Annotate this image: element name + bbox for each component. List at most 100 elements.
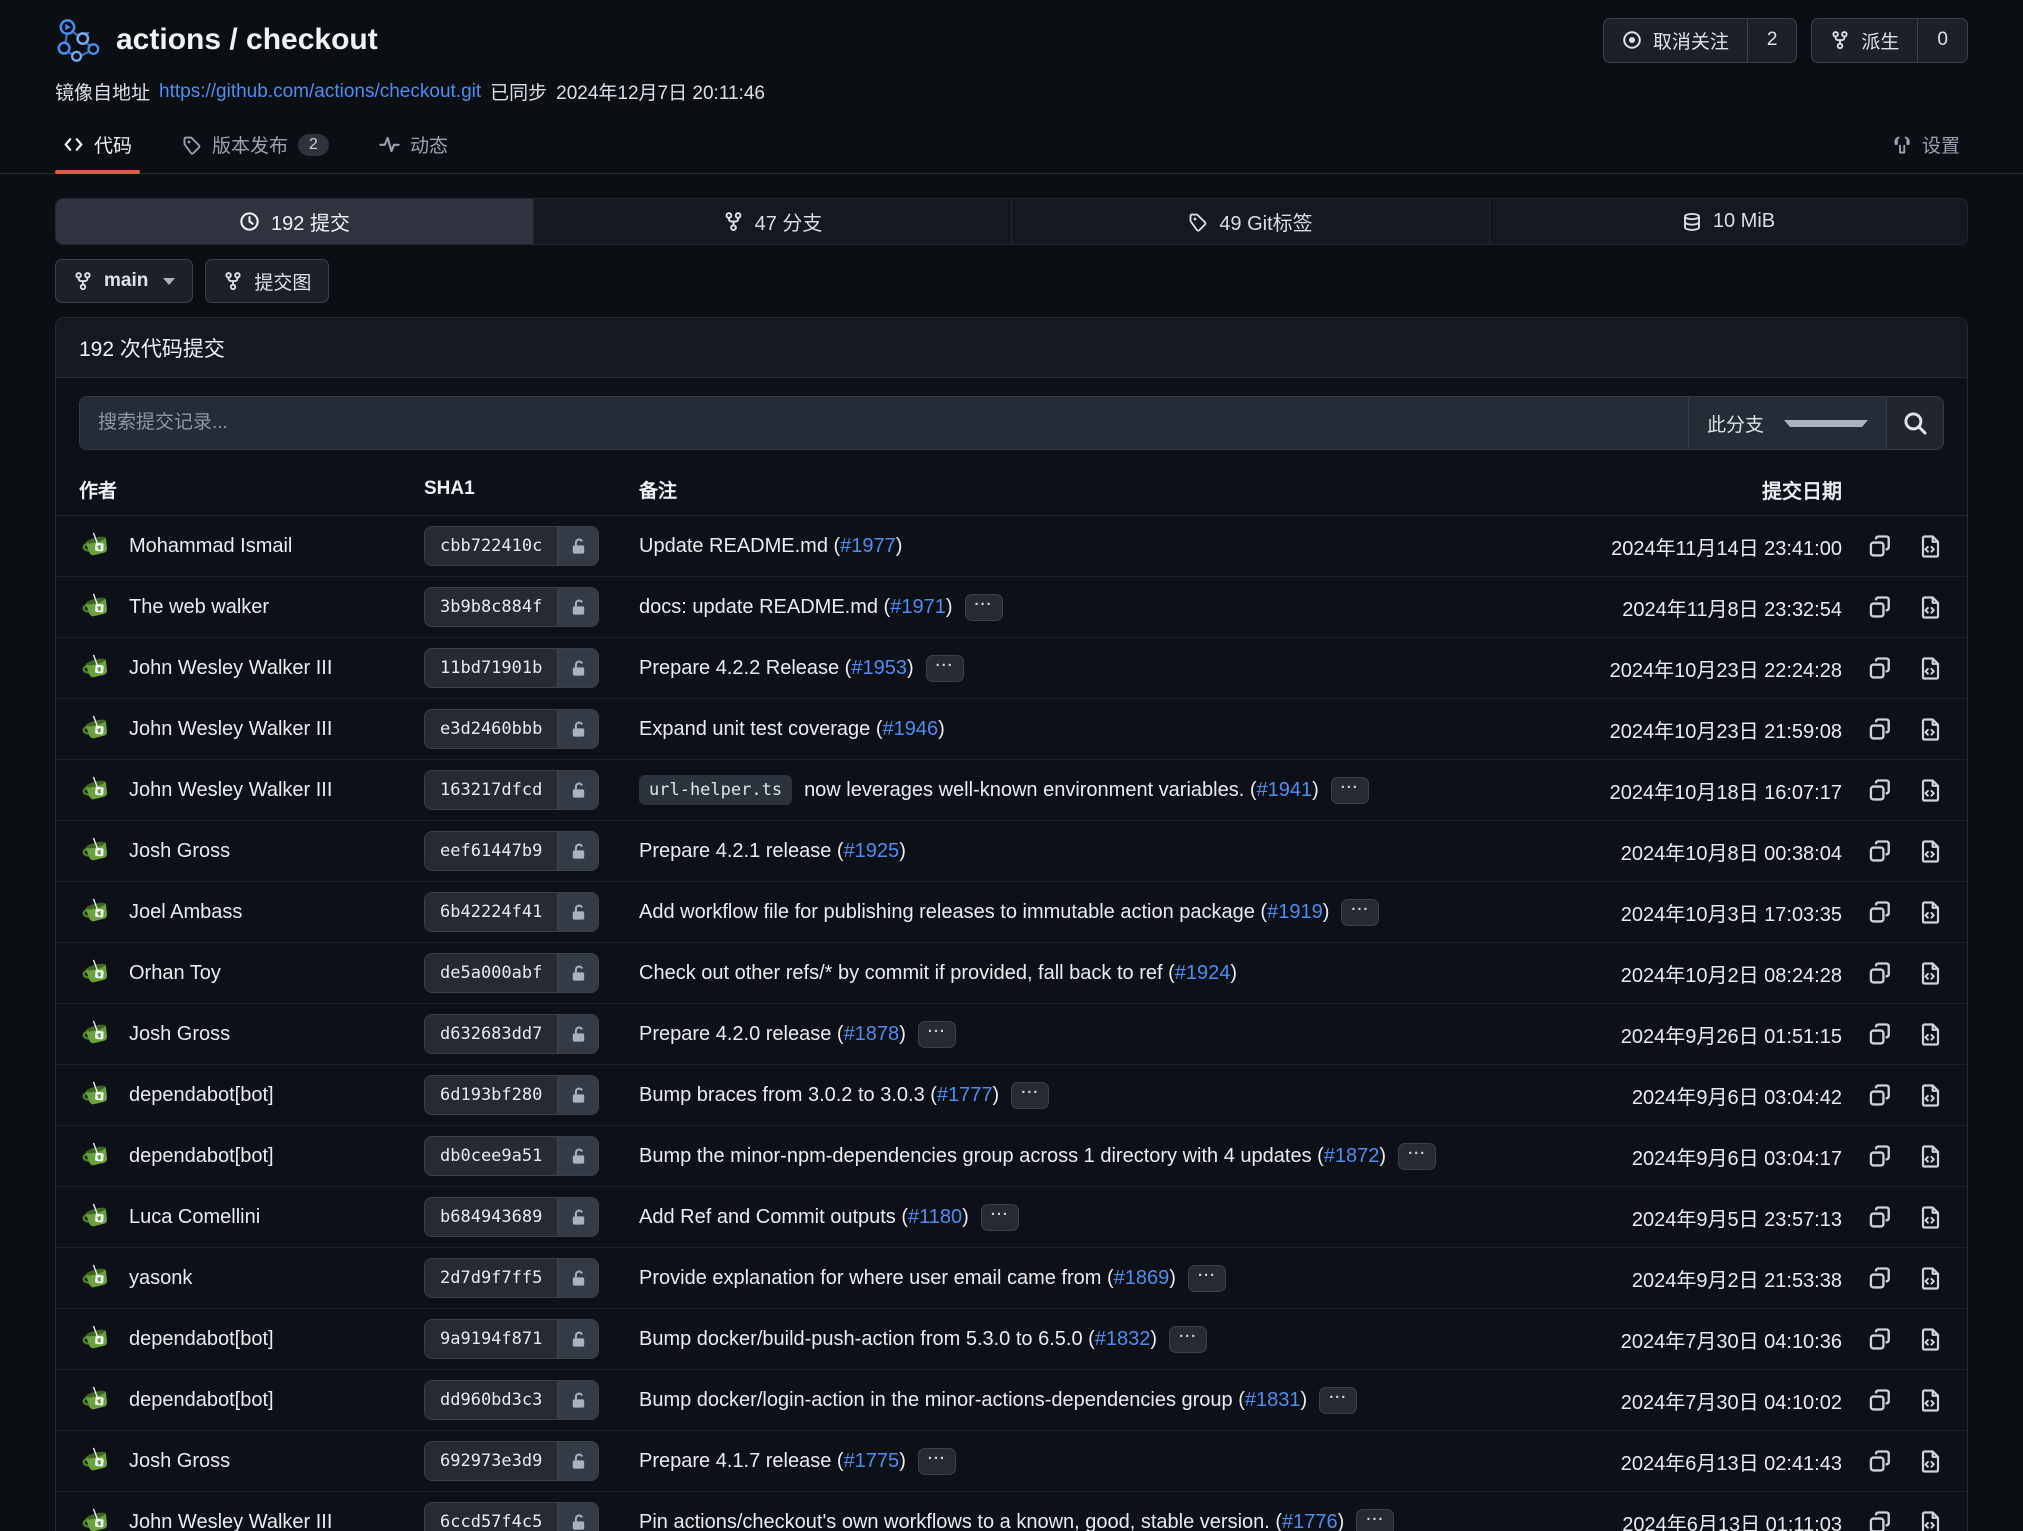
commit-sha-button[interactable]: 6ccd57f4c5 — [424, 1502, 599, 1531]
copy-sha-button[interactable] — [1866, 1387, 1893, 1414]
browse-source-button[interactable] — [1917, 1326, 1944, 1353]
browse-source-button[interactable] — [1917, 960, 1944, 987]
tab-settings[interactable]: 设置 — [1884, 119, 1968, 173]
avatar[interactable] — [79, 1321, 115, 1357]
copy-sha-button[interactable] — [1866, 655, 1893, 682]
fork-button[interactable]: 派生 0 — [1811, 18, 1968, 63]
browse-source-button[interactable] — [1917, 1082, 1944, 1109]
commit-sha-button[interactable]: d632683dd7 — [424, 1014, 599, 1054]
author-name[interactable]: John Wesley Walker III — [129, 779, 332, 802]
stat-size[interactable]: 10 MiB — [1489, 199, 1967, 244]
commit-sha-button[interactable]: 9a9194f871 — [424, 1319, 599, 1359]
commit-sha-button[interactable]: eef61447b9 — [424, 831, 599, 871]
browse-source-button[interactable] — [1917, 838, 1944, 865]
mirror-url-link[interactable]: https://github.com/actions/checkout.git — [159, 81, 481, 103]
browse-source-button[interactable] — [1917, 1387, 1944, 1414]
expand-commit-button[interactable]: ··· — [1169, 1326, 1207, 1353]
browse-source-button[interactable] — [1917, 1143, 1944, 1170]
tab-code[interactable]: 代码 — [55, 119, 140, 173]
copy-sha-button[interactable] — [1866, 1265, 1893, 1292]
avatar[interactable] — [79, 650, 115, 686]
search-button[interactable] — [1886, 397, 1943, 449]
issue-link[interactable]: #1878 — [844, 1023, 900, 1045]
issue-link[interactable]: #1941 — [1257, 779, 1313, 801]
browse-source-button[interactable] — [1917, 1509, 1944, 1531]
copy-sha-button[interactable] — [1866, 777, 1893, 804]
commit-sha-button[interactable]: 163217dfcd — [424, 770, 599, 810]
browse-source-button[interactable] — [1917, 594, 1944, 621]
commit-sha-button[interactable]: cbb722410c — [424, 526, 599, 566]
copy-sha-button[interactable] — [1866, 960, 1893, 987]
author-name[interactable]: Josh Gross — [129, 1450, 230, 1473]
commit-graph-button[interactable]: 提交图 — [205, 259, 329, 303]
author-name[interactable]: dependabot[bot] — [129, 1084, 274, 1107]
stat-branches[interactable]: 47 分支 — [533, 199, 1011, 244]
commit-sha-button[interactable]: e3d2460bbb — [424, 709, 599, 749]
author-name[interactable]: yasonk — [129, 1267, 192, 1290]
issue-link[interactable]: #1953 — [851, 657, 907, 679]
expand-commit-button[interactable]: ··· — [1319, 1387, 1357, 1414]
expand-commit-button[interactable]: ··· — [1398, 1143, 1436, 1170]
expand-commit-button[interactable]: ··· — [1188, 1265, 1226, 1292]
commit-sha-button[interactable]: db0cee9a51 — [424, 1136, 599, 1176]
copy-sha-button[interactable] — [1866, 1448, 1893, 1475]
browse-source-button[interactable] — [1917, 655, 1944, 682]
avatar[interactable] — [79, 1138, 115, 1174]
tab-releases[interactable]: 版本发布 2 — [174, 119, 337, 173]
issue-link[interactable]: #1776 — [1282, 1511, 1338, 1531]
repo-title[interactable]: actions / checkout — [116, 23, 378, 57]
author-name[interactable]: John Wesley Walker III — [129, 657, 332, 680]
issue-link[interactable]: #1832 — [1095, 1328, 1151, 1350]
issue-link[interactable]: #1777 — [937, 1084, 993, 1106]
expand-commit-button[interactable]: ··· — [1011, 1082, 1049, 1109]
copy-sha-button[interactable] — [1866, 594, 1893, 621]
expand-commit-button[interactable]: ··· — [965, 594, 1003, 621]
copy-sha-button[interactable] — [1866, 1204, 1893, 1231]
copy-sha-button[interactable] — [1866, 533, 1893, 560]
issue-link[interactable]: #1869 — [1114, 1267, 1170, 1289]
issue-link[interactable]: #1946 — [882, 718, 938, 740]
avatar[interactable] — [79, 955, 115, 991]
commit-sha-button[interactable]: 2d7d9f7ff5 — [424, 1258, 599, 1298]
author-name[interactable]: Mohammad Ismail — [129, 535, 292, 558]
browse-source-button[interactable] — [1917, 716, 1944, 743]
issue-link[interactable]: #1925 — [844, 840, 900, 862]
browse-source-button[interactable] — [1917, 899, 1944, 926]
issue-link[interactable]: #1924 — [1175, 962, 1231, 984]
branch-filter-dropdown[interactable]: 此分支 — [1688, 397, 1886, 449]
avatar[interactable] — [79, 833, 115, 869]
stat-commits[interactable]: 192 提交 — [56, 199, 533, 244]
browse-source-button[interactable] — [1917, 777, 1944, 804]
avatar[interactable] — [79, 528, 115, 564]
commit-sha-button[interactable]: 6b42224f41 — [424, 892, 599, 932]
author-name[interactable]: dependabot[bot] — [129, 1145, 274, 1168]
author-name[interactable]: Josh Gross — [129, 840, 230, 863]
author-name[interactable]: Luca Comellini — [129, 1206, 260, 1229]
commit-sha-button[interactable]: dd960bd3c3 — [424, 1380, 599, 1420]
avatar[interactable] — [79, 1077, 115, 1113]
avatar[interactable] — [79, 589, 115, 625]
avatar[interactable] — [79, 1199, 115, 1235]
commit-sha-button[interactable]: 692973e3d9 — [424, 1441, 599, 1481]
copy-sha-button[interactable] — [1866, 838, 1893, 865]
avatar[interactable] — [79, 772, 115, 808]
issue-link[interactable]: #1180 — [908, 1206, 962, 1228]
expand-commit-button[interactable]: ··· — [981, 1204, 1019, 1231]
author-name[interactable]: dependabot[bot] — [129, 1389, 274, 1412]
author-name[interactable]: Orhan Toy — [129, 962, 221, 985]
browse-source-button[interactable] — [1917, 1021, 1944, 1048]
avatar[interactable] — [79, 1443, 115, 1479]
author-name[interactable]: John Wesley Walker III — [129, 1511, 332, 1531]
issue-link[interactable]: #1872 — [1324, 1145, 1380, 1167]
unwatch-button[interactable]: 取消关注 2 — [1603, 18, 1798, 63]
search-input[interactable] — [80, 397, 1688, 449]
author-name[interactable]: John Wesley Walker III — [129, 718, 332, 741]
author-name[interactable]: dependabot[bot] — [129, 1328, 274, 1351]
copy-sha-button[interactable] — [1866, 1021, 1893, 1048]
avatar[interactable] — [79, 1260, 115, 1296]
expand-commit-button[interactable]: ··· — [918, 1021, 956, 1048]
issue-link[interactable]: #1831 — [1245, 1389, 1301, 1411]
expand-commit-button[interactable]: ··· — [1331, 777, 1369, 804]
browse-source-button[interactable] — [1917, 1265, 1944, 1292]
avatar[interactable] — [79, 1504, 115, 1531]
